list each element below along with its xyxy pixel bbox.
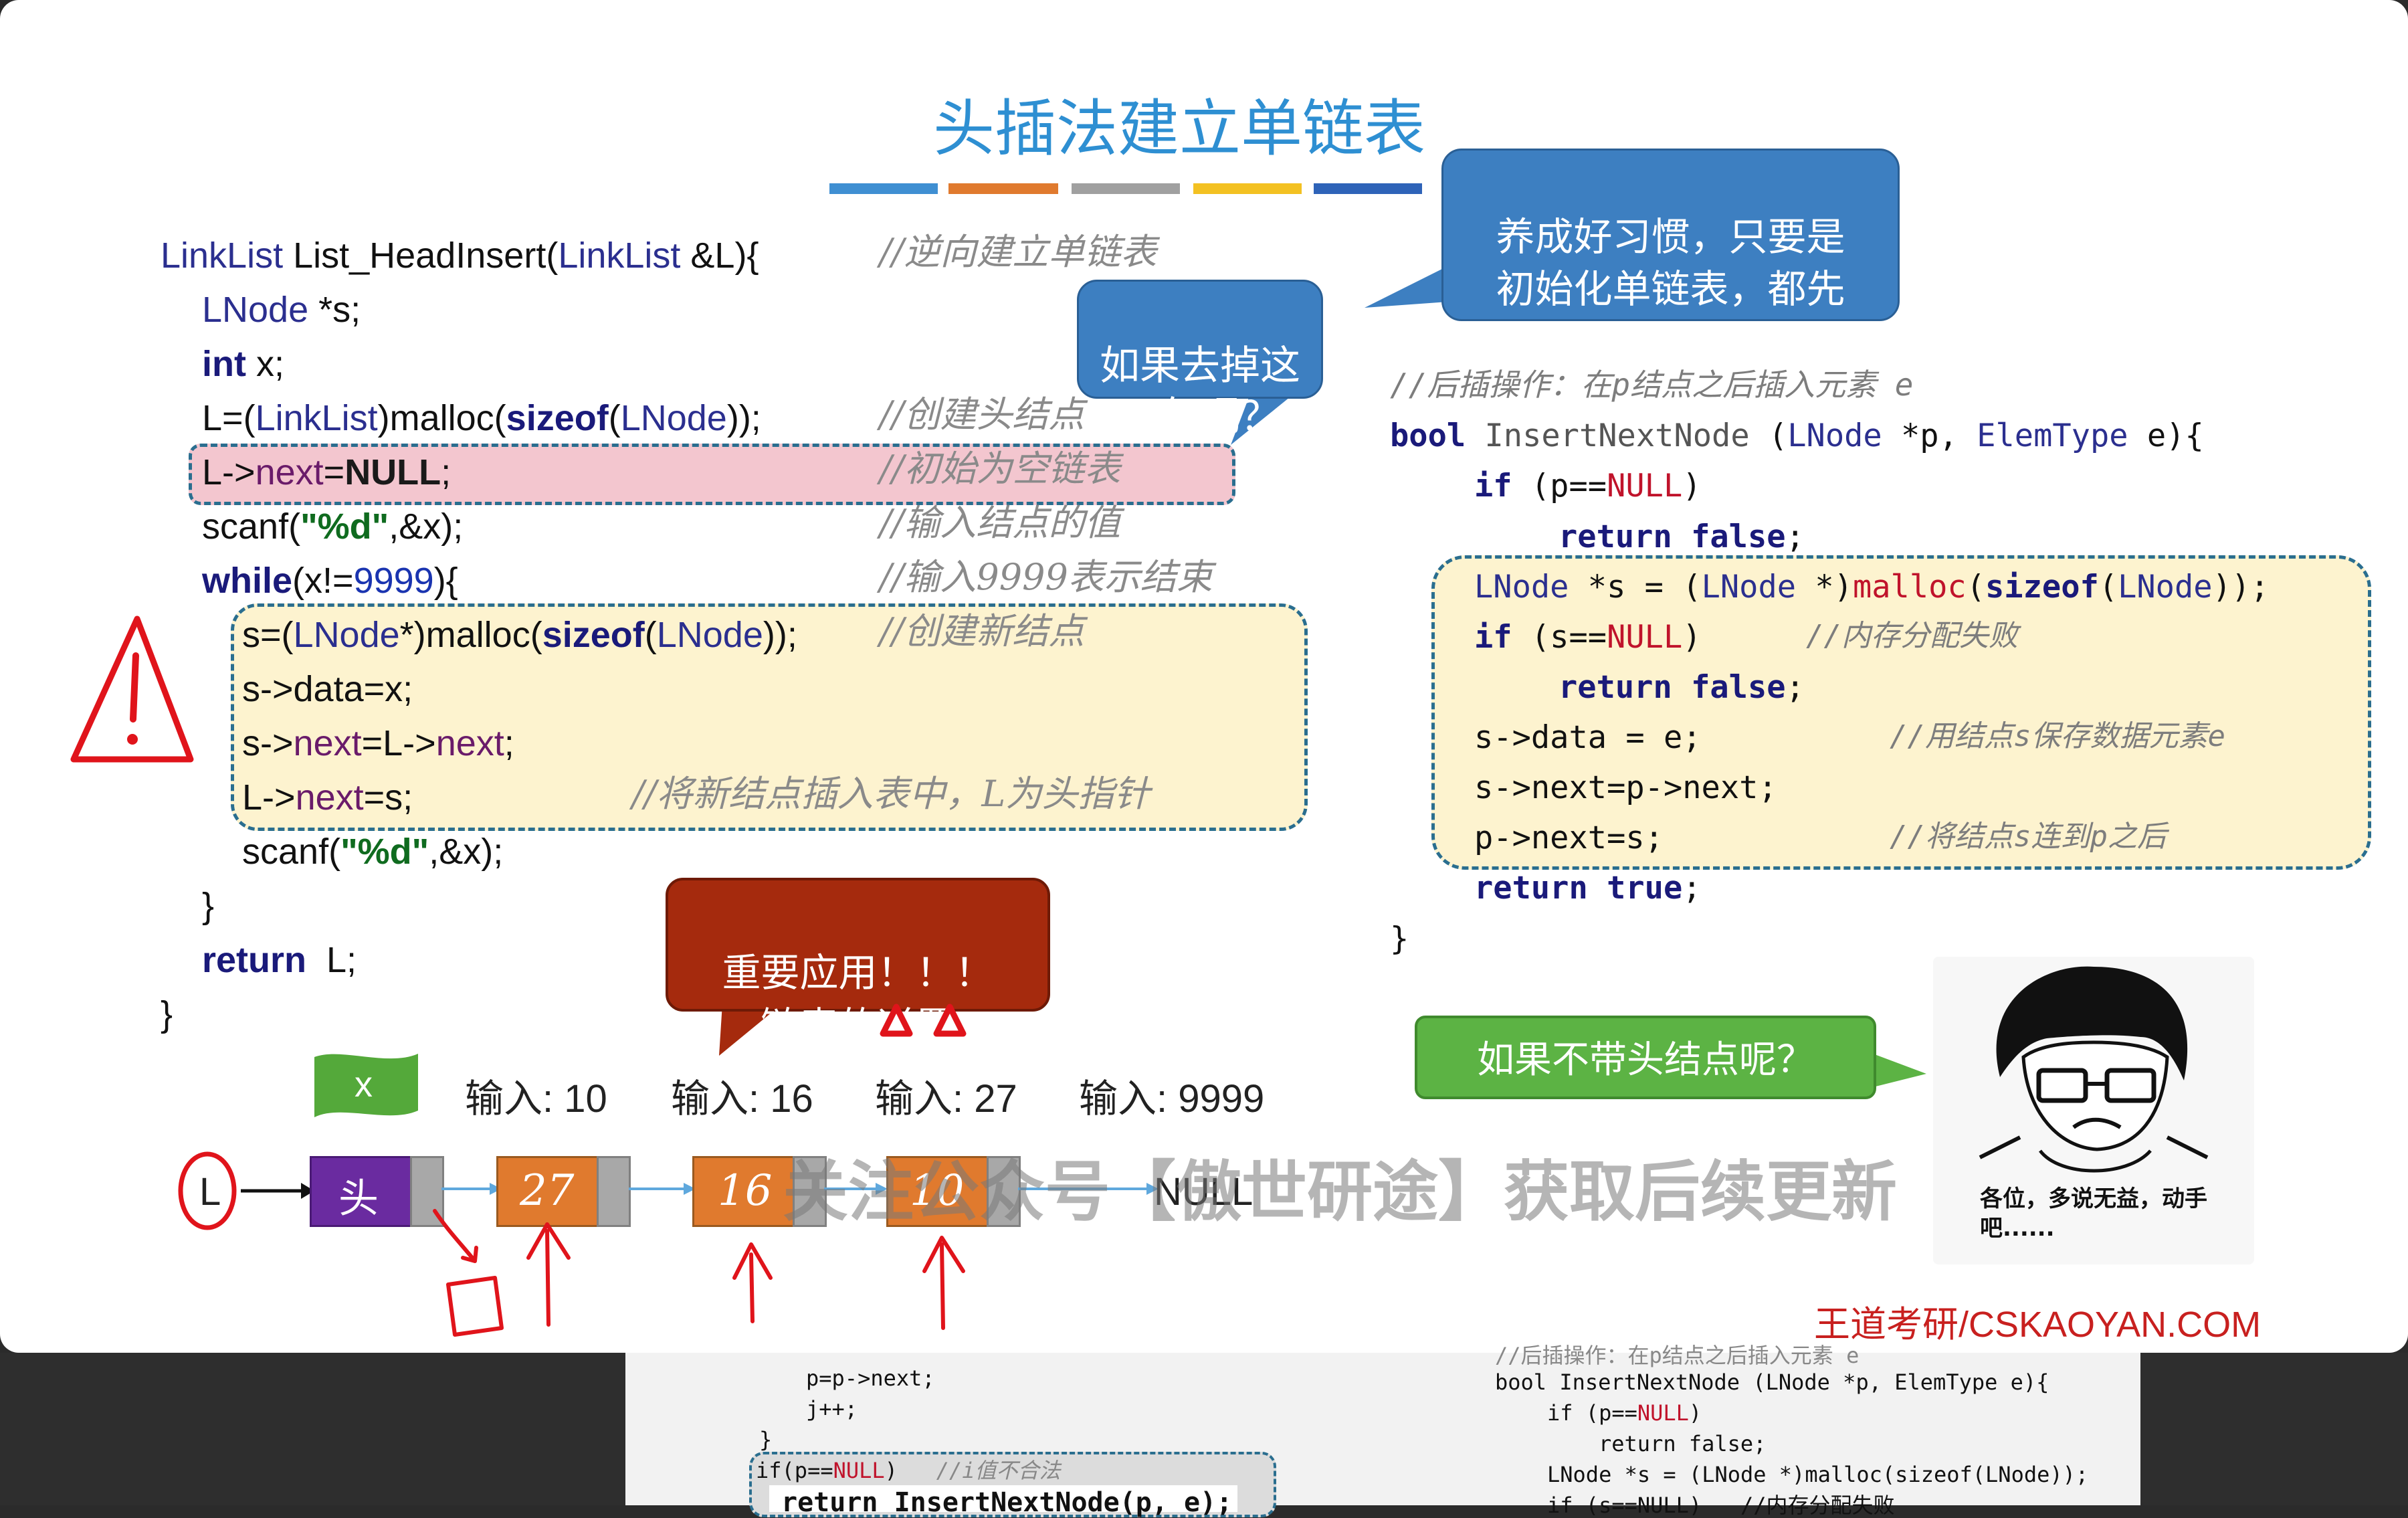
code-line: L=(LinkList)malloc(sizeof(LNode));: [202, 398, 761, 438]
warning-sign-icon: [70, 615, 194, 763]
accent-bar-blue: [829, 183, 938, 194]
input-label: 输入: 9999: [1079, 1077, 1265, 1121]
code-comment: //创建新结点: [880, 610, 1085, 652]
input-label: 输入: 10: [465, 1077, 607, 1121]
x-flag-label: x: [355, 1064, 373, 1105]
watermark-text: 关注公众号【傲世研途】获取后续更新: [783, 1154, 1898, 1230]
input-label: 输入: 16: [671, 1077, 813, 1121]
meme-caption: 各位，多说无益，动手 吧......: [1980, 1185, 2207, 1242]
remove-bubble-text: 如果去掉这 一句呢？: [1100, 343, 1300, 440]
accent-bar-darkblue: [1314, 183, 1422, 194]
code-comment: //创建头结点: [880, 393, 1085, 436]
code-line: if (p==NULL): [1474, 468, 1702, 504]
code-line: }: [202, 886, 215, 926]
bg-code-line: if (p==NULL): [1547, 1400, 1702, 1426]
code-line: s->data = e;: [1474, 719, 1702, 756]
bg-code-line: //后插操作：在p结点之后插入元素 e: [1495, 1343, 1860, 1368]
code-line: return L;: [202, 940, 357, 980]
code-line: }: [161, 994, 173, 1034]
bg-code-line: if (s==NULL) //内存分配失败: [1547, 1493, 1895, 1518]
link-arrow-icon: [629, 1183, 696, 1195]
code-line: L->next=NULL;: [202, 452, 452, 492]
code-line: return true;: [1474, 870, 1702, 907]
code-line: while(x!=9999){: [202, 561, 458, 601]
head-node-label: 头: [338, 1175, 379, 1222]
code-line: return false;: [1559, 669, 1805, 706]
code-line: scanf("%d",&x);: [202, 506, 464, 547]
slide-title: 头插法建立单链表: [933, 93, 1426, 165]
bg-return-line: return InsertNextNode(p, e);: [769, 1485, 1237, 1516]
bg-code-line: return false;: [1599, 1431, 1767, 1456]
habit-bubble: 养成好习惯，只要是 初始化单链表，都先 把头指针指向 NULL: [1441, 149, 1900, 364]
bg-code-line: if(p==NULL) //i值不合法: [756, 1458, 1061, 1483]
code-line: LinkList List_HeadInsert(LinkList &L){: [161, 235, 759, 276]
meme-panel: 各位，多说无益，动手 吧......: [1933, 957, 2254, 1264]
accent-bar-gray: [1072, 183, 1180, 194]
input-label: 输入: 27: [875, 1077, 1017, 1121]
no-head-bubble-tail: [1873, 1054, 1926, 1087]
no-head-bubble-text: 如果不带头结点呢？: [1477, 1038, 1814, 1082]
L-arrow-icon: [241, 1183, 314, 1199]
code-line: }: [1390, 921, 1409, 957]
code-line: L->next=s;: [242, 777, 413, 818]
meme-face-icon: [1979, 966, 2209, 1173]
code-line: if (s==NULL): [1474, 619, 1702, 656]
code-line: p->next=s;: [1474, 820, 1664, 856]
code-line: scanf("%d",&x);: [242, 832, 504, 872]
background-page: p=p->next; j++; } if(p==NULL) //i值不合法 re…: [625, 1345, 2140, 1517]
code-comment: //初始为空链表: [880, 448, 1121, 490]
bg-code-line: j++;: [806, 1396, 858, 1422]
code-line: LNode *s = (LNode *)malloc(sizeof(LNode)…: [1474, 569, 2270, 605]
habit-bubble-text: 养成好习惯，只要是 初始化单链表，都先 把头指针指向 NULL: [1496, 214, 1845, 364]
bg-code-line: }: [759, 1427, 773, 1452]
slide: 头插法建立单链表 LinkList List_HeadInsert(LinkLi…: [0, 0, 2408, 1353]
code-comment: //逆向建立单链表: [880, 231, 1157, 273]
bg-code-line: return InsertNextNode(p, e);: [781, 1487, 1233, 1518]
L-pointer-label: L: [199, 1170, 221, 1214]
code-line: s->next=p->next;: [1474, 769, 1777, 806]
code-line: int x;: [202, 344, 284, 384]
code-comment: //用结点s保存数据元素e: [1890, 719, 2225, 753]
code-line: s->next=L->next;: [242, 723, 514, 763]
link-arrow-icon: [441, 1183, 502, 1195]
bg-code-line: bool InsertNextNode (LNode *p, ElemType …: [1495, 1369, 2049, 1395]
remove-bubble: 如果去掉这 一句呢？: [1077, 280, 1323, 440]
bg-code-line: p=p->next;: [806, 1365, 935, 1391]
code-line: s=(LNode*)malloc(sizeof(LNode));: [242, 615, 797, 655]
accent-bar-orange: [948, 183, 1058, 194]
code-line: s->data=x;: [242, 669, 413, 709]
code-comment: //输入结点的值: [880, 502, 1121, 544]
code-comment: //输入9999表示结束: [880, 556, 1213, 598]
code-comment: //将结点s连到p之后: [1890, 820, 2167, 854]
brand-footer: 王道考研/CSKAOYAN.COM: [1814, 1305, 2262, 1345]
code-line: LNode *s;: [202, 290, 361, 330]
no-head-bubble: 如果不带头结点呢？: [1415, 1016, 1876, 1099]
handwritten-arrows-icon: [880, 1004, 967, 1037]
code-line: return false;: [1559, 518, 1805, 555]
code-comment: //后插操作：在p结点之后插入元素 e: [1390, 367, 1914, 403]
bg-code-line: LNode *s = (LNode *)malloc(sizeof(LNode)…: [1547, 1462, 2089, 1487]
important-bubble: 重要应用！！！ 链表的逆置: [666, 878, 1050, 1049]
head-node: 头: [310, 1156, 414, 1227]
code-comment: //将新结点插入表中，L为头指针: [632, 773, 1150, 815]
accent-bar-yellow: [1193, 183, 1302, 194]
code-comment: //内存分配失败: [1806, 619, 2018, 653]
code-line: bool InsertNextNode (LNode *p, ElemType …: [1390, 417, 2204, 454]
